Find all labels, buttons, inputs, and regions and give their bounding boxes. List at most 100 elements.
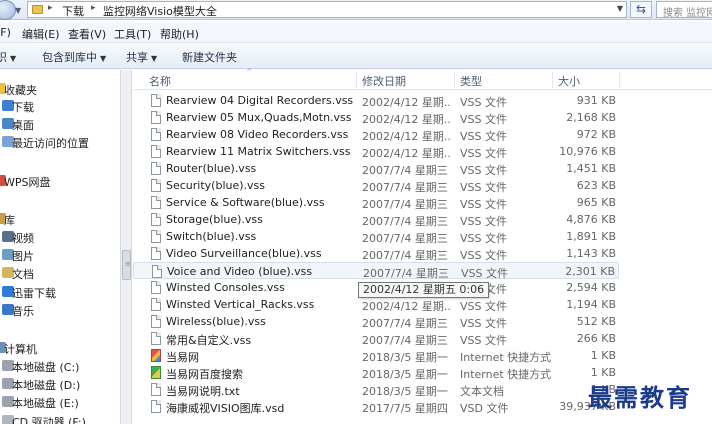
include-in-library-button[interactable]: 包含到库中 ▼ (42, 49, 106, 65)
folder-icon (32, 5, 43, 14)
file-icon (151, 111, 161, 124)
breadcrumb-downloads[interactable]: 下载 (62, 3, 84, 19)
file-modified-date: 2002/4/12 星期... (362, 130, 452, 143)
menu-help[interactable]: 帮助(H) (160, 26, 199, 42)
file-modified-date: 2002/4/12 星期... (362, 96, 452, 109)
file-row[interactable]: 当易网 2018/3/5 星期一 ... Internet 快捷方式 1 KB (133, 347, 619, 364)
scrollbar-thumb[interactable]: ≡ (122, 250, 131, 280)
nav-item-label: 计算机 (4, 343, 37, 356)
file-type: VSS 文件 (460, 215, 507, 228)
file-row[interactable]: 海康威视VISIO图库.vsd 2017/7/5 星期四 ... VSD 文件 39,… (133, 398, 619, 415)
file-row[interactable]: Rearview 04 Digital Recorders.vss 2002/4/… (133, 92, 619, 109)
file-row[interactable]: Service & Software(blue).vss 2007/7/4 星期三… (133, 194, 619, 211)
command-toolbar: 织 ▼ 包含到库中 ▼ 共享 ▼ 新建文件夹 (0, 43, 712, 69)
column-name[interactable]: 名称 (149, 73, 171, 89)
history-dropdown-icon[interactable]: ▼ (15, 6, 21, 15)
file-row[interactable]: Video Surveillance(blue).vss 2007/7/4 星期三… (133, 245, 619, 262)
file-modified-date: 2007/7/4 星期三 ... (362, 198, 452, 211)
navigation-scrollbar[interactable]: ≡ (120, 70, 132, 424)
file-type: 文本文档 (460, 385, 504, 398)
menu-view[interactable]: 查看(V) (68, 26, 106, 42)
file-icon (151, 281, 161, 294)
file-name: 海康威视VISIO图库.vsd (166, 402, 285, 415)
column-header: ^ 名称 修改日期 类型 大小 (133, 67, 712, 90)
organize-button[interactable]: 织 ▼ (0, 49, 16, 65)
address-dropdown-icon[interactable]: ▼ (617, 4, 623, 13)
column-divider[interactable] (619, 72, 620, 88)
file-name: Storage(blue).vss (166, 213, 263, 226)
file-modified-date: 2018/3/5 星期一 ... (362, 351, 452, 364)
file-name: 当易网百度搜索 (166, 368, 243, 381)
nav-item[interactable]: 计算机 (0, 339, 120, 357)
nav-item[interactable]: 最近访问的位置 (0, 133, 120, 151)
nav-item[interactable]: CD 驱动器 (F:) (0, 412, 120, 424)
file-row[interactable]: Rearview 11 Matrix Switchers.vss 2002/4/1… (133, 143, 619, 160)
column-divider[interactable] (356, 72, 357, 88)
file-row[interactable]: Security(blue).vss 2007/7/4 星期三 ... VSS 文件… (133, 177, 619, 194)
file-modified-date: 2007/7/4 星期三 ... (362, 232, 452, 245)
menu-bar: (F) 编辑(E) 查看(V) 工具(T) 帮助(H) (0, 22, 712, 43)
chevron-down-icon: ▼ (151, 54, 158, 63)
file-type: Internet 快捷方式 (460, 368, 552, 381)
nav-item-label: 库 (4, 214, 15, 227)
nav-item-label: 迅雷下载 (12, 287, 56, 300)
file-type: VSS 文件 (460, 147, 507, 160)
file-modified-date: 2018/3/5 星期一 ... (362, 385, 452, 398)
file-row[interactable]: Storage(blue).vss 2007/7/4 星期三 ... VSS 文件 4… (133, 211, 619, 228)
nav-item[interactable]: 迅雷下载 (0, 283, 120, 301)
menu-tools[interactable]: 工具(T) (114, 26, 151, 42)
menu-file[interactable]: (F) (0, 26, 11, 39)
share-button[interactable]: 共享 ▼ (126, 49, 157, 65)
file-row[interactable]: 常用&自定义.vss 2007/7/4 星期三 ... VSS 文件 266 KB (133, 330, 619, 347)
chevron-down-icon: ▼ (100, 54, 107, 63)
file-row[interactable]: Switch(blue).vss 2007/7/4 星期三 ... VSS 文件 1,… (133, 228, 619, 245)
file-name: 当易网 (166, 351, 199, 364)
file-icon (151, 179, 161, 192)
file-modified-date: 2002/4/12 星期... (362, 147, 452, 160)
nav-item[interactable]: 桌面 (0, 115, 120, 133)
file-row[interactable]: Router(blue).vss 2007/7/4 星期三 ... VSS 文件 1,… (133, 160, 619, 177)
file-size: 972 KB (576, 128, 616, 141)
file-row[interactable]: Winsted Vertical_Racks.vss 2002/4/12 星期..… (133, 296, 619, 313)
file-modified-date: 2007/7/4 星期三 ... (362, 317, 452, 330)
file-row[interactable]: Rearview 08 Video Recorders.vss 2002/4/12… (133, 126, 619, 143)
file-type: VSD 文件 (460, 402, 509, 415)
file-row[interactable]: Wireless(blue).vss 2007/7/4 星期三 ... VSS 文件… (133, 313, 619, 330)
column-divider[interactable] (454, 72, 455, 88)
nav-item[interactable]: 文档 (0, 264, 120, 282)
file-row[interactable]: Voice and Video (blue).vss 2007/7/4 星期三 .… (133, 262, 619, 280)
nav-item[interactable]: 视频 (0, 228, 120, 246)
column-divider[interactable] (552, 72, 553, 88)
nav-item[interactable]: 收藏夹 (0, 80, 120, 98)
file-icon (152, 265, 162, 278)
refresh-button[interactable]: ⇆ (630, 1, 652, 18)
column-size[interactable]: 大小 (558, 73, 580, 89)
nav-item[interactable]: WPS网盘 (0, 172, 120, 190)
back-button[interactable] (0, 0, 16, 20)
nav-item[interactable]: 本地磁盘 (D:) (0, 375, 120, 393)
nav-item[interactable]: 音乐 (0, 301, 120, 319)
nav-item[interactable]: 库 (0, 210, 120, 228)
file-modified-date: 2002/4/12 星期... (362, 113, 452, 126)
file-row[interactable]: Rearview 05 Mux,Quads,Motn.vss 2002/4/12 … (133, 109, 619, 126)
organize-label: 织 (0, 51, 7, 64)
navigation-pane: 收藏夹 下载 桌面 最近访问的位置 WPS网盘库视频 图片 文档 迅雷下载 音乐 计算机 本地磁盘 … (0, 70, 120, 424)
nav-item[interactable]: 本地磁盘 (E:) (0, 393, 120, 411)
address-input[interactable]: ▸ 下载 ▸ 监控网络Visio模型大全 ▼ (27, 1, 627, 18)
nav-item[interactable]: 图片 (0, 246, 120, 264)
search-input[interactable]: 搜索 监控网 (656, 1, 712, 18)
menu-edit[interactable]: 编辑(E) (22, 26, 60, 42)
nav-item[interactable]: 下载 (0, 97, 120, 115)
breadcrumb-current-folder[interactable]: 监控网络Visio模型大全 (103, 3, 217, 19)
file-type: VSS 文件 (460, 300, 507, 313)
nav-item[interactable]: 本地磁盘 (C:) (0, 357, 120, 375)
file-row[interactable]: 当易网说明.txt 2018/3/5 星期一 ... 文本文档 1 KB (133, 381, 619, 398)
new-folder-button[interactable]: 新建文件夹 (182, 49, 237, 65)
internet-shortcut-icon (151, 349, 161, 362)
nav-item-label: 桌面 (12, 119, 34, 132)
breadcrumb-separator-icon[interactable]: ▸ (91, 3, 96, 13)
column-modified[interactable]: 修改日期 (362, 73, 406, 89)
column-type[interactable]: 类型 (460, 73, 482, 89)
file-row[interactable]: 当易网百度搜索 2018/3/5 星期一 ... Internet 快捷方式 1 KB (133, 364, 619, 381)
breadcrumb-separator-icon[interactable]: ▸ (48, 3, 53, 13)
